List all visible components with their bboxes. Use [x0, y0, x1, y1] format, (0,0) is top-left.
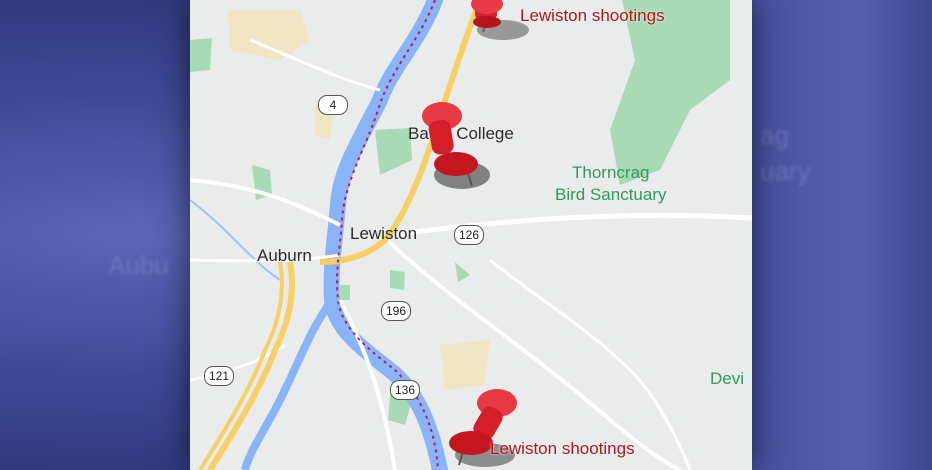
blurred-backdrop-right — [752, 0, 932, 470]
road-white-5 — [249, 38, 381, 92]
label-bird-sanctuary: Bird Sanctuary — [555, 185, 667, 204]
route-shield-196: 196 — [381, 301, 411, 321]
label-devil: Devi — [710, 369, 745, 388]
map-view[interactable]: Lewiston Auburn Bates College Thorncrag … — [190, 0, 752, 470]
route-shield-126: 126 — [454, 225, 484, 245]
pin-top-label: Lewiston shootings — [520, 6, 665, 25]
label-thorncrag-sanctuary: Thorncrag Bird Sanctuary — [555, 162, 667, 206]
pushpin-icon[interactable] — [412, 100, 492, 200]
road-white-2 — [389, 212, 752, 238]
ghost-label-left: Aubu — [108, 250, 169, 280]
park-small-4 — [340, 285, 350, 300]
route-shield-121: 121 — [204, 366, 234, 386]
ghost-label-right-top: ag — [760, 120, 789, 150]
route-shield-4: 4 — [318, 95, 348, 115]
park-left — [190, 38, 212, 72]
pin-bottom-label: Lewiston shootings — [490, 439, 635, 458]
park-bates — [375, 128, 412, 175]
label-lewiston: Lewiston — [350, 224, 418, 243]
urban-area-1 — [228, 10, 310, 60]
park-thorncrag — [610, 0, 730, 185]
ghost-label-right-mid: uary — [760, 156, 811, 186]
park-small-3 — [455, 262, 470, 282]
label-thorncrag: Thorncrag — [572, 163, 650, 182]
urban-area-2 — [440, 340, 490, 390]
stream-left — [190, 199, 281, 281]
route-shield-136: 136 — [390, 380, 420, 400]
label-auburn: Auburn — [257, 246, 312, 265]
park-small-2 — [390, 270, 405, 290]
